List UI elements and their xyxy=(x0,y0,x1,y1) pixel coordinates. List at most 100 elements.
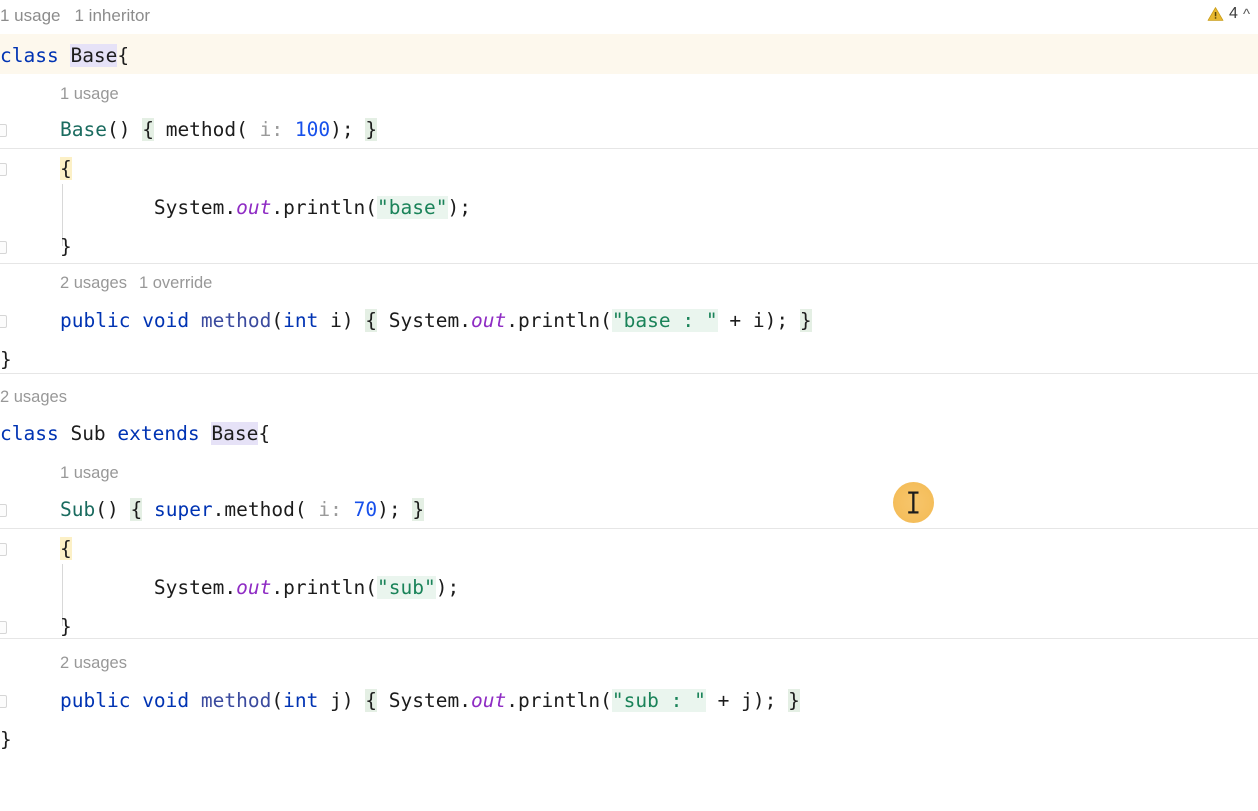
member-separator xyxy=(0,148,1258,149)
constructor-name[interactable]: Sub xyxy=(60,498,95,521)
dot: . xyxy=(506,689,518,712)
gutter-icon[interactable] xyxy=(0,163,7,176)
statement-tail: ); xyxy=(764,309,789,332)
parameter-inlay-hint[interactable]: i: xyxy=(260,118,295,141)
string-literal[interactable]: "base : " xyxy=(611,309,718,332)
string-literal[interactable]: "sub" xyxy=(377,576,436,599)
param-i[interactable]: i xyxy=(318,309,342,332)
usages-label[interactable]: 1 usage xyxy=(60,85,119,103)
println-method[interactable]: println xyxy=(518,689,600,712)
code-vision-sub-class[interactable]: 2 usages xyxy=(0,387,67,407)
code-line-base-init-body[interactable]: System.out.println("base"); xyxy=(60,196,471,219)
out-field[interactable]: out xyxy=(236,196,271,219)
paren-open: ( xyxy=(294,498,319,521)
brace-open-block-highlight: { xyxy=(60,537,72,560)
method-name[interactable]: method xyxy=(201,689,271,712)
caret-line-highlight xyxy=(0,34,1258,74)
code-line-class-base[interactable]: class Base{ xyxy=(0,44,129,67)
method-name[interactable]: method xyxy=(201,309,271,332)
code-vision-base-constructor[interactable]: 1 usage xyxy=(60,84,119,104)
code-line-sub-constructor[interactable]: Sub() { super.method( i: 70); } xyxy=(60,498,425,521)
code-editor-area[interactable]: class Base{ 1 usage Base() { method( i: … xyxy=(0,34,1258,811)
brace-close: } xyxy=(0,728,12,751)
brace-close-highlight: } xyxy=(412,498,425,521)
constructor-name[interactable]: Base xyxy=(60,118,107,141)
system-class[interactable]: System xyxy=(154,576,224,599)
keyword-extends: extends xyxy=(117,422,212,445)
gutter-icon[interactable] xyxy=(0,695,7,708)
code-line-sub-init-close[interactable]: } xyxy=(60,616,72,638)
code-vision-sub-method[interactable]: 2 usages xyxy=(60,653,127,673)
out-field[interactable]: out xyxy=(471,689,506,712)
println-method[interactable]: println xyxy=(283,576,365,599)
param-j[interactable]: j xyxy=(318,689,342,712)
member-separator xyxy=(0,528,1258,529)
superclass-name-base[interactable]: Base xyxy=(211,422,259,445)
method-call[interactable]: method xyxy=(166,118,236,141)
code-vision-base-method[interactable]: 2 usages 1 override xyxy=(60,273,212,293)
code-line-base-constructor[interactable]: Base() { method( i: 100); } xyxy=(60,118,378,141)
code-line-sub-init-body[interactable]: System.out.println("sub"); xyxy=(60,576,459,599)
statement-tail: ); xyxy=(752,689,777,712)
keyword-void: void xyxy=(142,689,201,712)
class-name-base[interactable]: Base xyxy=(70,44,118,67)
code-vision-inheritors[interactable]: 1 inheritor xyxy=(75,6,151,25)
system-class[interactable]: System xyxy=(389,689,459,712)
concat-operator: + xyxy=(717,309,753,332)
code-line-base-init-close[interactable]: } xyxy=(60,236,72,258)
inspection-status-widget[interactable]: 4 ^ xyxy=(1207,5,1250,23)
println-method[interactable]: println xyxy=(518,309,600,332)
gutter-icon[interactable] xyxy=(0,504,7,517)
parameter-inlay-hint[interactable]: i: xyxy=(318,498,353,521)
usages-label[interactable]: 2 usages xyxy=(60,274,127,292)
paren-open: ( xyxy=(236,118,260,141)
out-field[interactable]: out xyxy=(471,309,506,332)
code-vision-sub-constructor[interactable]: 1 usage xyxy=(60,463,119,483)
out-field[interactable]: out xyxy=(236,576,271,599)
dot: . xyxy=(459,309,471,332)
usages-label[interactable]: 1 usage xyxy=(0,6,61,25)
class-name-sub[interactable]: Sub xyxy=(70,422,117,445)
usages-label[interactable]: 2 usages xyxy=(0,388,67,406)
keyword-class: class xyxy=(0,44,71,67)
arg-i[interactable]: i xyxy=(753,309,765,332)
brace-close-highlight: } xyxy=(365,118,378,141)
brace-close: } xyxy=(60,615,72,638)
system-class[interactable]: System xyxy=(154,196,224,219)
gutter-icon[interactable] xyxy=(0,621,7,634)
paren-open: ( xyxy=(271,309,284,332)
paren-open: ( xyxy=(600,309,612,332)
paren-open: ( xyxy=(600,689,612,712)
code-line-sub-class-close[interactable]: } xyxy=(0,729,12,751)
arg-j[interactable]: j xyxy=(741,689,753,712)
println-method[interactable]: println xyxy=(283,196,365,219)
chevron-up-icon[interactable]: ^ xyxy=(1243,7,1250,22)
paren-open: ( xyxy=(365,196,378,219)
code-vision-usages[interactable]: 1 usage xyxy=(0,6,61,25)
usages-label[interactable]: 2 usages xyxy=(60,654,127,672)
string-literal[interactable]: "sub : " xyxy=(611,689,706,712)
concat-operator: + xyxy=(705,689,742,712)
dot: . xyxy=(506,309,518,332)
code-line-base-init-open[interactable]: { xyxy=(60,157,72,180)
code-line-base-method[interactable]: public void method(int i) { System.out.p… xyxy=(60,309,812,332)
gutter-icon[interactable] xyxy=(0,543,7,556)
method-call[interactable]: method xyxy=(224,498,294,521)
gutter-icon[interactable] xyxy=(0,315,7,328)
keyword-public: public xyxy=(60,309,143,332)
code-line-sub-init-open[interactable]: { xyxy=(60,537,72,560)
code-line-base-class-close[interactable]: } xyxy=(0,349,12,371)
gutter-icon[interactable] xyxy=(0,124,7,137)
system-class[interactable]: System xyxy=(389,309,459,332)
gutter-icon[interactable] xyxy=(0,241,7,254)
overrides-label[interactable]: 1 override xyxy=(139,274,212,292)
usages-label[interactable]: 1 usage xyxy=(60,464,119,482)
keyword-super: super xyxy=(153,498,213,521)
string-literal[interactable]: "base" xyxy=(377,196,448,219)
code-line-class-sub[interactable]: class Sub extends Base{ xyxy=(0,422,270,445)
code-line-sub-method[interactable]: public void method(int j) { System.out.p… xyxy=(60,689,800,712)
